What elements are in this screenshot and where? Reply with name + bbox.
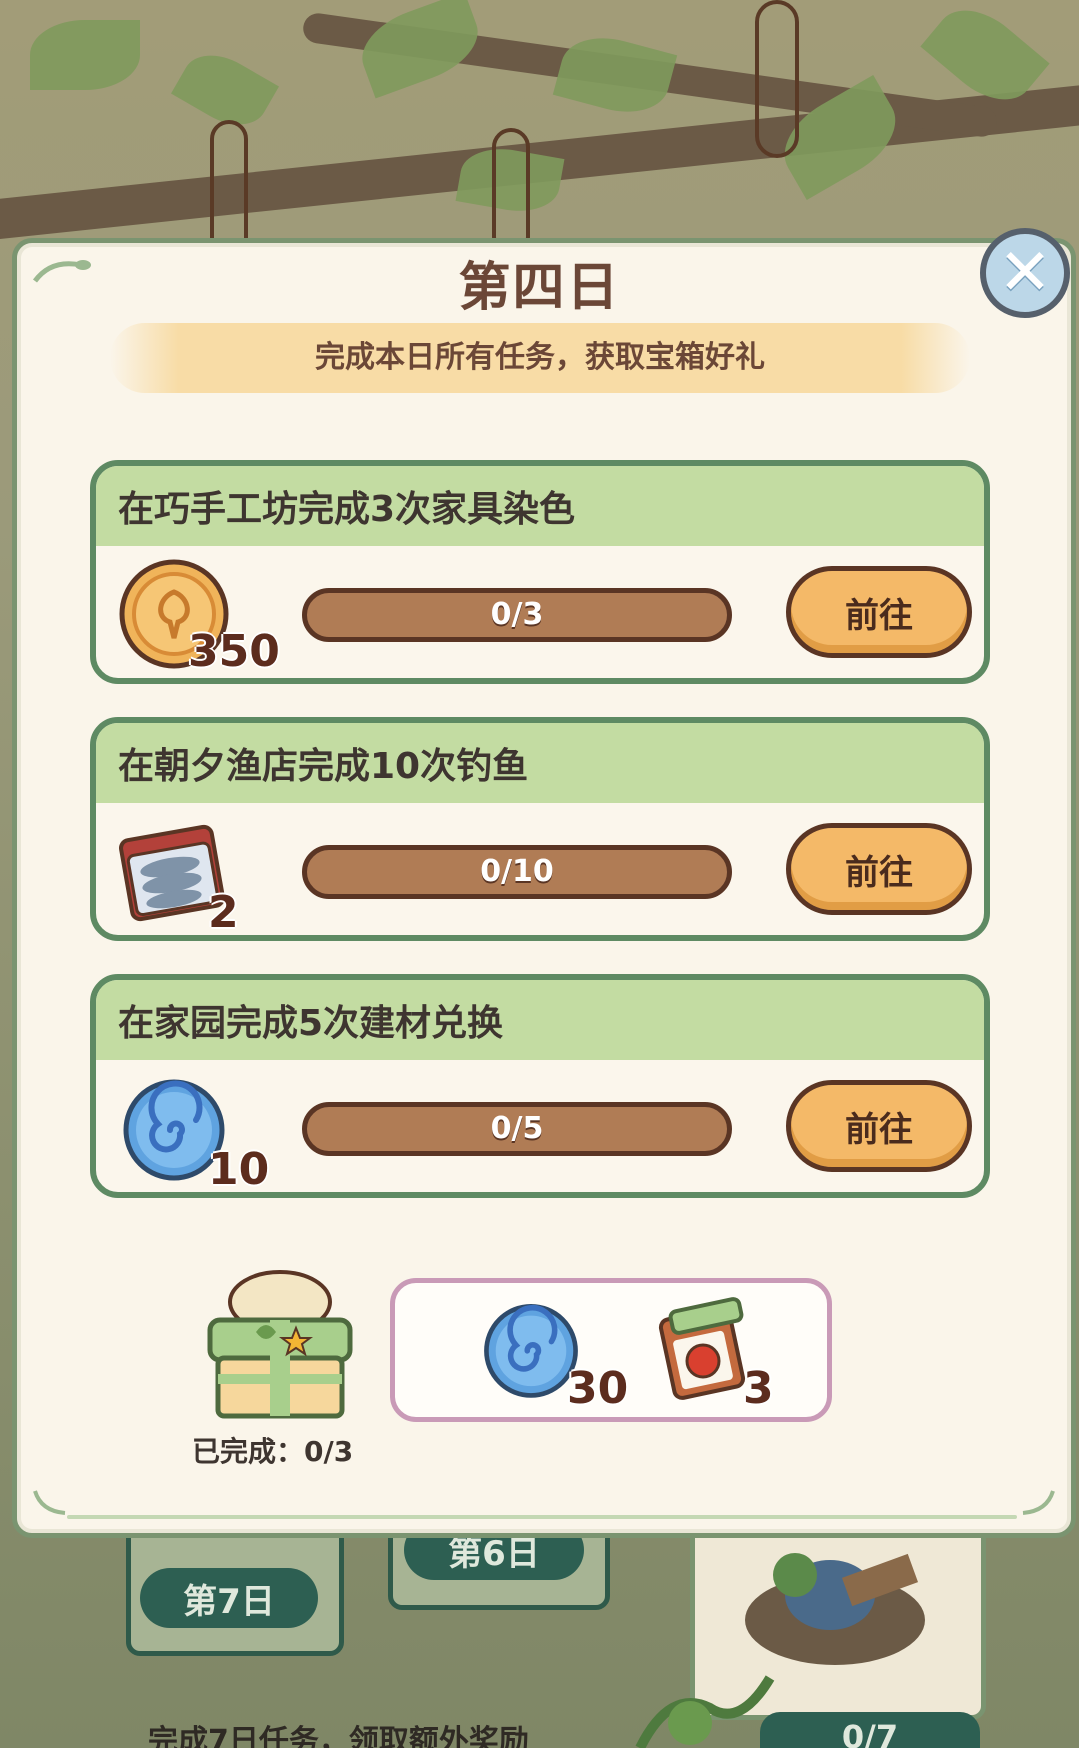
bottom-divider bbox=[67, 1515, 1017, 1519]
reward-count: 10 bbox=[208, 1144, 270, 1195]
tab-day7[interactable]: 第7日 bbox=[140, 1568, 318, 1628]
tab-day7-label: 第7日 bbox=[183, 1581, 275, 1622]
go-button[interactable]: 前往 bbox=[786, 566, 972, 658]
gift-chest-icon[interactable] bbox=[200, 1262, 360, 1422]
task-title: 在朝夕渔店完成10次钓鱼 bbox=[118, 746, 529, 787]
close-button[interactable]: ✕ bbox=[980, 228, 1070, 318]
close-icon: ✕ bbox=[998, 236, 1052, 310]
bonus-counter: 0/7 bbox=[760, 1712, 980, 1748]
corner-vine-icon bbox=[1022, 1490, 1055, 1515]
progress-text: 0/3 bbox=[490, 597, 544, 632]
task-card: 在朝夕渔店完成10次钓鱼 2 0/10 前往 bbox=[90, 717, 990, 941]
task-progress-bar: 0/3 bbox=[302, 588, 732, 642]
modal-title: 第四日 bbox=[458, 258, 621, 318]
chest-progress-label: 已完成：0/3 bbox=[192, 1435, 354, 1468]
garden-plot-icon bbox=[745, 1553, 925, 1665]
fruit-seed-pack-icon bbox=[658, 1297, 746, 1400]
bonus-counter-text: 0/7 bbox=[841, 1718, 899, 1748]
task-card: 在巧手工坊完成3次家具染色 350 0/3 前往 bbox=[90, 460, 990, 684]
chest-reward-box: 30 3 bbox=[390, 1278, 832, 1422]
go-button[interactable]: 前往 bbox=[786, 823, 972, 915]
reward-count: 2 bbox=[208, 887, 239, 938]
reward-count: 30 bbox=[567, 1363, 629, 1414]
progress-text: 0/10 bbox=[480, 854, 554, 889]
task-title: 在家园完成5次建材兑换 bbox=[118, 1003, 504, 1044]
leaf bbox=[30, 20, 140, 90]
progress-text: 0/5 bbox=[490, 1111, 544, 1146]
reward-count: 350 bbox=[188, 626, 280, 677]
corner-vine-icon bbox=[33, 1490, 66, 1515]
hanging-rope bbox=[755, 0, 799, 158]
task-title: 在巧手工坊完成3次家具染色 bbox=[118, 489, 576, 530]
reward-count: 3 bbox=[743, 1363, 774, 1414]
hanging-rope bbox=[492, 128, 530, 256]
vine-icon bbox=[635, 1675, 775, 1748]
bonus-footer-text: 完成7日任务，领取额外奖励 bbox=[148, 1724, 529, 1748]
task-progress-bar: 0/5 bbox=[302, 1102, 732, 1156]
modal-subtitle: 完成本日所有任务，获取宝箱好礼 bbox=[315, 340, 765, 375]
go-button[interactable]: 前往 bbox=[786, 1080, 972, 1172]
task-card: 在家园完成5次建材兑换 10 0/5 前往 bbox=[90, 974, 990, 1198]
task-progress-bar: 0/10 bbox=[302, 845, 732, 899]
